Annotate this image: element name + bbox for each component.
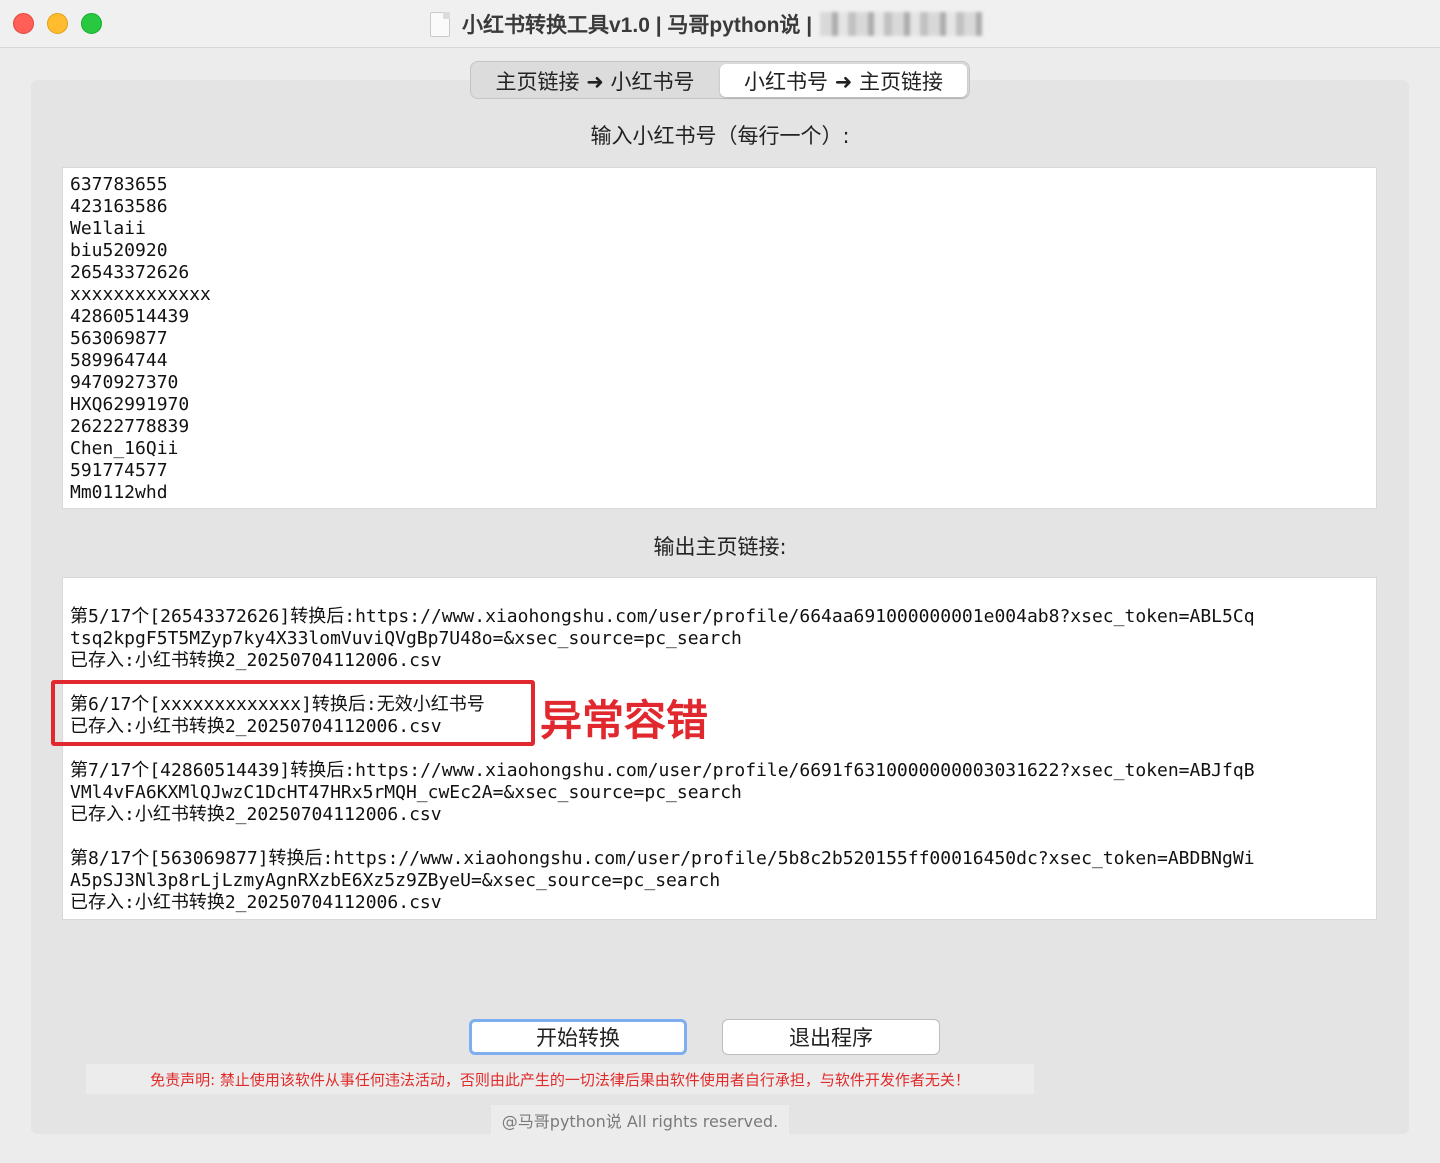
zoom-window-button[interactable]: [81, 13, 102, 34]
input-line: 637783655: [70, 174, 168, 195]
output-textarea[interactable]: 第5/17个[26543372626]转换后:https://www.xiaoh…: [62, 577, 1377, 920]
output-entry: 第7/17个[42860514439]转换后:https://www.xiaoh…: [70, 760, 1369, 826]
input-line: 42860514439: [70, 306, 190, 327]
output-line: 第7/17个[42860514439]转换后:https://www.xiaoh…: [70, 760, 1255, 781]
redacted-title-area: [820, 12, 983, 36]
output-label: 输出主页链接:: [653, 535, 787, 559]
copyright-text: @马哥python说 All rights reserved.: [491, 1105, 789, 1135]
output-entry: 第6/17个[xxxxxxxxxxxxx]转换后:无效小红书号 已存入:小红书转换…: [70, 694, 1369, 738]
input-line: 26222778839: [70, 416, 190, 437]
exit-program-button[interactable]: 退出程序: [722, 1019, 940, 1055]
input-textarea[interactable]: 637783655 423163586 We1laii biu520920 265433…: [62, 167, 1377, 509]
input-line: HXQ62991970: [70, 394, 190, 415]
output-line: 已存入:小红书转换2_20250704112006.csv: [70, 892, 442, 913]
tab-id-to-link[interactable]: 小红书号 ➜ 主页链接: [720, 64, 967, 97]
input-line: 9470927370: [70, 372, 179, 393]
input-line: Chen_16Qii: [70, 438, 179, 459]
output-line: 已存入:小红书转换2_20250704112006.csv: [70, 650, 442, 671]
input-line: Mm0112whd: [70, 482, 168, 503]
input-line: 591774577: [70, 460, 168, 481]
input-line: 563069877: [70, 328, 168, 349]
input-line: 423163586: [70, 196, 168, 217]
input-line: xxxxxxxxxxxxx: [70, 284, 211, 305]
output-line: tsq2kpgF5T5MZyp7ky4X33lomVuviQVgBp7U48o=…: [70, 628, 742, 649]
title-bar: 小红书转换工具v1.0 | 马哥python说 |: [0, 0, 1440, 48]
minimize-window-button[interactable]: [47, 13, 68, 34]
output-line: 第6/17个[xxxxxxxxxxxxx]转换后:无效小红书号: [70, 694, 485, 715]
output-line: 第8/17个[563069877]转换后:https://www.xiaohon…: [70, 848, 1255, 869]
output-line: 第5/17个[26543372626]转换后:https://www.xiaoh…: [70, 606, 1255, 627]
start-convert-button[interactable]: 开始转换: [469, 1019, 687, 1055]
window-title-group: 小红书转换工具v1.0 | 马哥python说 |: [430, 8, 983, 40]
mode-tab-bar: 主页链接 ➜ 小红书号 小红书号 ➜ 主页链接: [470, 61, 970, 99]
input-line: 589964744: [70, 350, 168, 371]
window-title: 小红书转换工具v1.0 | 马哥python说 |: [462, 14, 813, 37]
disclaimer-text: 免责声明: 禁止使用该软件从事任何违法活动，否则由此产生的一切法律后果由软件使用…: [86, 1064, 1034, 1094]
output-entry: 第8/17个[563069877]转换后:https://www.xiaohon…: [70, 848, 1369, 914]
input-line: biu520920: [70, 240, 168, 261]
output-entry: 第5/17个[26543372626]转换后:https://www.xiaoh…: [70, 606, 1369, 672]
document-icon: [430, 11, 450, 37]
input-line: 26543372626: [70, 262, 190, 283]
tab-link-to-id[interactable]: 主页链接 ➜ 小红书号: [473, 64, 717, 97]
output-line: 已存入:小红书转换2_20250704112006.csv: [70, 804, 442, 825]
input-line: We1laii: [70, 218, 146, 239]
close-window-button[interactable]: [13, 13, 34, 34]
input-label: 输入小红书号（每行一个）:: [590, 124, 850, 148]
error-annotation: 异常容错: [540, 696, 709, 745]
output-line: 已存入:小红书转换2_20250704112006.csv: [70, 716, 442, 737]
output-line: A5pSJ3Nl3p8rLjLzmyAgnRXzbE6Xz5z9ZByeU=&x…: [70, 870, 721, 891]
output-line: VMl4vFA6KXMlQJwzC1DcHT47HRx5rMQH_cwEc2A=…: [70, 782, 742, 803]
